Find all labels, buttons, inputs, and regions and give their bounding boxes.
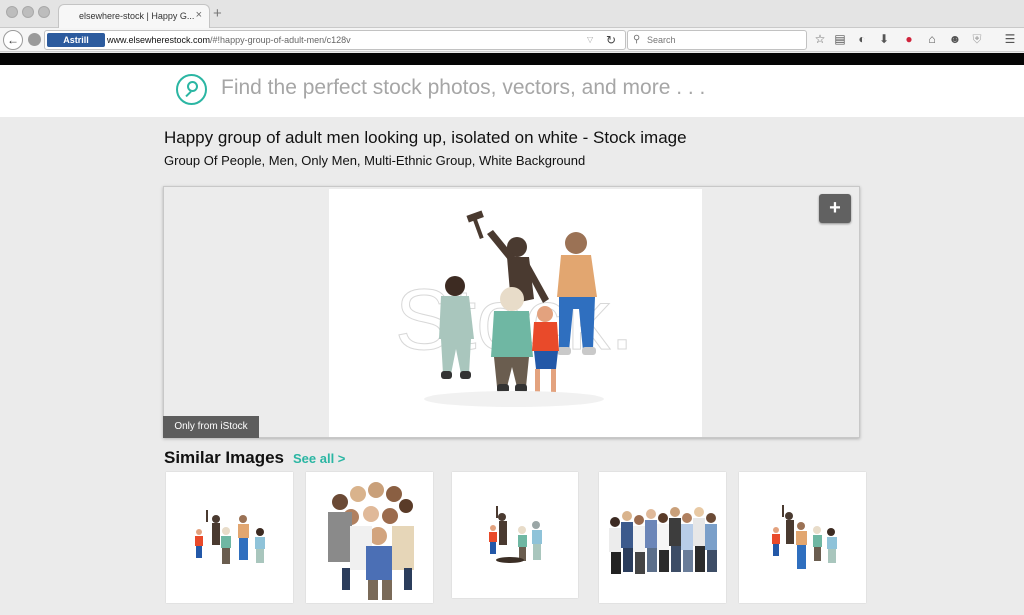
similar-thumb-4[interactable] xyxy=(599,472,726,603)
download-icon[interactable]: ⬇ xyxy=(876,32,892,46)
image-viewer: Stock. xyxy=(163,186,860,438)
new-tab-icon[interactable]: + xyxy=(213,5,222,22)
search-icon[interactable] xyxy=(176,74,207,105)
similar-thumb-3[interactable] xyxy=(452,472,578,598)
tab-bar: elsewhere-stock | Happy G... × + xyxy=(0,0,1024,29)
page-top-bar xyxy=(0,53,1024,65)
similar-images-heading: Similar Images xyxy=(164,448,285,467)
image-keywords: Group Of People, Men, Only Men, Multi-Et… xyxy=(164,153,586,168)
similar-thumb-5[interactable] xyxy=(739,472,866,603)
globe-icon xyxy=(28,33,41,46)
browser-tab[interactable]: elsewhere-stock | Happy G... × xyxy=(58,4,210,29)
vpn-badge[interactable]: Astrill xyxy=(47,33,105,47)
url-bar[interactable]: Astrill www.elsewherestock.com/#!happy-g… xyxy=(44,30,626,50)
browser-search-placeholder: Search xyxy=(647,35,676,45)
url-dropdown-icon[interactable]: ▽ xyxy=(587,35,593,44)
home-icon[interactable]: ⌂ xyxy=(924,32,940,46)
similar-thumb-2[interactable] xyxy=(306,472,433,603)
main-photo[interactable]: Stock. xyxy=(329,189,702,437)
reading-list-icon[interactable]: ▤ xyxy=(832,32,848,46)
minimize-window-icon[interactable] xyxy=(22,6,34,18)
star-icon[interactable]: ☆ xyxy=(812,32,828,46)
tab-title: elsewhere-stock | Happy G... xyxy=(79,11,195,21)
menu-icon[interactable]: ☰ xyxy=(1002,32,1018,46)
see-all-link[interactable]: See all > xyxy=(293,451,345,466)
shield-icon[interactable]: ⛨ xyxy=(969,32,985,47)
browser-search-input[interactable]: ⚲ Search xyxy=(627,30,807,50)
tab-close-icon[interactable]: × xyxy=(196,9,202,21)
similar-thumb-1[interactable] xyxy=(166,472,293,603)
back-icon[interactable]: ← xyxy=(3,30,23,50)
nav-bar: ← Astrill www.elsewherestock.com/#!happy… xyxy=(0,28,1024,52)
page-title: Happy group of adult men looking up, iso… xyxy=(164,128,687,147)
site-search-bar: Find the perfect stock photos, vectors, … xyxy=(0,65,1024,117)
emoji-icon[interactable]: ☻ xyxy=(947,32,963,46)
zoom-window-icon[interactable] xyxy=(38,6,50,18)
close-window-icon[interactable] xyxy=(6,6,18,18)
pocket-icon[interactable]: ◐ xyxy=(854,32,870,46)
reload-icon[interactable]: ↻ xyxy=(606,33,616,47)
expand-button[interactable]: + xyxy=(819,194,851,223)
search-icon: ⚲ xyxy=(633,34,641,45)
figurines-photo: Stock. xyxy=(395,210,634,407)
url-text[interactable]: www.elsewherestock.com/#!happy-group-of-… xyxy=(107,35,351,45)
vpn-icon[interactable]: ● xyxy=(901,32,917,46)
istock-badge: Only from iStock xyxy=(163,416,259,438)
site-search-input[interactable]: Find the perfect stock photos, vectors, … xyxy=(221,76,705,100)
